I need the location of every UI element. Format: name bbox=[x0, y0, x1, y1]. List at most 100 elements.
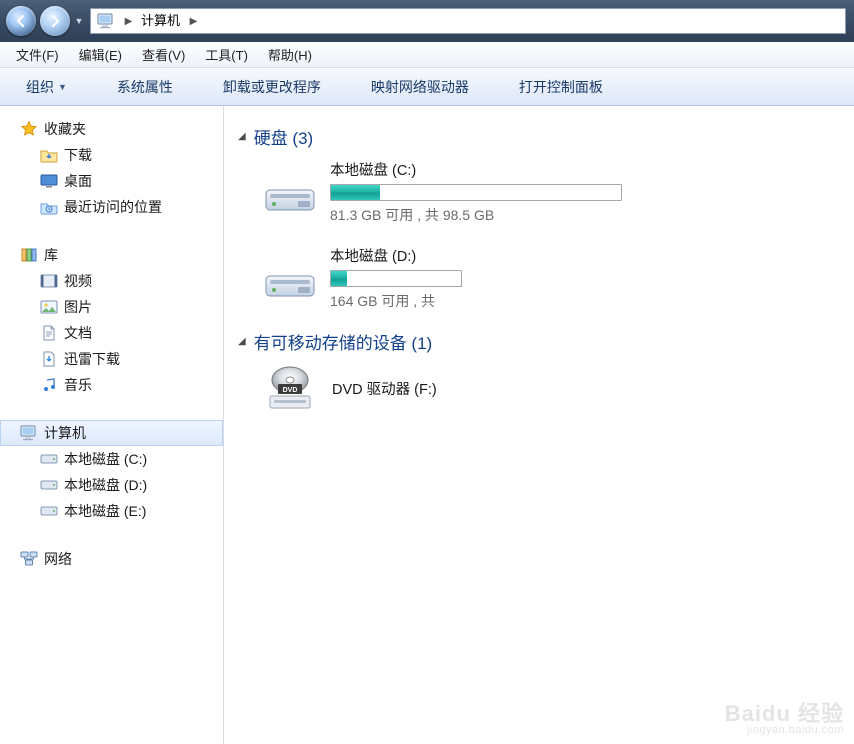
menu-edit[interactable]: 编辑(E) bbox=[69, 43, 132, 66]
pictures-icon bbox=[40, 298, 58, 316]
breadcrumb-computer[interactable]: 计算机 bbox=[135, 9, 186, 33]
sidebar-downloads[interactable]: 下载 bbox=[0, 142, 223, 168]
sidebar-favorites[interactable]: 收藏夹 bbox=[0, 116, 223, 142]
svg-text:DVD: DVD bbox=[283, 387, 298, 394]
dvd-drive[interactable]: DVD DVD 驱动器 (F:) bbox=[238, 364, 854, 412]
sidebar-recent[interactable]: 最近访问的位置 bbox=[0, 194, 223, 220]
menu-tools[interactable]: 工具(T) bbox=[195, 43, 258, 66]
drive-c-name: 本地磁盘 (C:) bbox=[330, 159, 622, 180]
dvd-drive-icon: DVD bbox=[262, 364, 318, 412]
main-area: 收藏夹 下载 桌面 最近访问的位置 库 视频 bbox=[0, 106, 854, 744]
documents-icon bbox=[40, 324, 58, 342]
drive-d-info: 164 GB 可用 , 共 bbox=[330, 291, 462, 311]
breadcrumb-root-chevron[interactable]: ▶ bbox=[121, 9, 135, 33]
dropdown-caret-icon: ▼ bbox=[58, 82, 67, 92]
drive-d-usage-bar bbox=[330, 270, 462, 287]
group-header-hard-disks[interactable]: ◢ 硬盘 (3) bbox=[238, 124, 854, 149]
dvd-drive-name: DVD 驱动器 (F:) bbox=[332, 378, 437, 399]
watermark-brand: Baidu 经验 bbox=[725, 701, 844, 726]
command-bar: 组织 ▼ 系统属性 卸载或更改程序 映射网络驱动器 打开控制面板 bbox=[0, 68, 854, 106]
hard-drive-large-icon bbox=[262, 256, 318, 300]
arrow-left-icon bbox=[13, 13, 29, 29]
hard-disk-items: 本地磁盘 (C:) 81.3 GB 可用 , 共 98.5 GB 本地磁盘 (D… bbox=[238, 159, 854, 311]
sidebar-documents[interactable]: 文档 bbox=[0, 320, 223, 346]
drive-d[interactable]: 本地磁盘 (D:) 164 GB 可用 , 共 bbox=[262, 245, 462, 311]
drive-c[interactable]: 本地磁盘 (C:) 81.3 GB 可用 , 共 98.5 GB bbox=[262, 159, 622, 225]
drive-d-usage-fill bbox=[331, 271, 347, 286]
group-header-removable[interactable]: ◢ 有可移动存储的设备 (1) bbox=[238, 329, 854, 354]
uninstall-programs-button[interactable]: 卸载或更改程序 bbox=[207, 73, 337, 101]
navigation-bar: ▼ ▶ 计算机 ▶ bbox=[0, 0, 854, 42]
drive-c-usage-fill bbox=[331, 185, 380, 200]
menu-file[interactable]: 文件(F) bbox=[6, 43, 69, 66]
music-icon bbox=[40, 376, 58, 394]
sidebar-computer[interactable]: 计算机 bbox=[0, 420, 223, 446]
sidebar-desktop-label: 桌面 bbox=[64, 171, 92, 191]
sidebar-xunlei[interactable]: 迅雷下载 bbox=[0, 346, 223, 372]
star-icon bbox=[20, 120, 38, 138]
sidebar-xunlei-label: 迅雷下载 bbox=[64, 349, 120, 369]
sidebar-videos[interactable]: 视频 bbox=[0, 268, 223, 294]
sidebar-pictures-label: 图片 bbox=[64, 297, 92, 317]
drive-c-body: 本地磁盘 (C:) 81.3 GB 可用 , 共 98.5 GB bbox=[330, 159, 622, 225]
xunlei-icon bbox=[40, 350, 58, 368]
drive-c-info: 81.3 GB 可用 , 共 98.5 GB bbox=[330, 205, 622, 225]
sidebar-drive-e[interactable]: 本地磁盘 (E:) bbox=[0, 498, 223, 524]
group-hard-disks-title: 硬盘 (3) bbox=[254, 124, 314, 149]
hard-drive-icon bbox=[40, 476, 58, 494]
collapse-triangle-icon: ◢ bbox=[238, 131, 246, 142]
organize-label: 组织 bbox=[26, 77, 54, 97]
menu-view[interactable]: 查看(V) bbox=[132, 43, 195, 66]
sidebar-desktop[interactable]: 桌面 bbox=[0, 168, 223, 194]
sidebar-computer-label: 计算机 bbox=[44, 423, 86, 443]
open-control-panel-button[interactable]: 打开控制面板 bbox=[503, 73, 619, 101]
menu-help[interactable]: 帮助(H) bbox=[258, 43, 322, 66]
hard-drive-icon bbox=[40, 502, 58, 520]
sidebar-network[interactable]: 网络 bbox=[0, 546, 223, 572]
sidebar-drive-c[interactable]: 本地磁盘 (C:) bbox=[0, 446, 223, 472]
drive-d-body: 本地磁盘 (D:) 164 GB 可用 , 共 bbox=[330, 245, 462, 311]
history-dropdown[interactable]: ▼ bbox=[72, 6, 86, 36]
organize-button[interactable]: 组织 ▼ bbox=[10, 73, 83, 101]
address-bar[interactable]: ▶ 计算机 ▶ bbox=[90, 8, 846, 34]
videos-icon bbox=[40, 272, 58, 290]
sidebar-libraries-label: 库 bbox=[44, 245, 58, 265]
sidebar-music[interactable]: 音乐 bbox=[0, 372, 223, 398]
computer-icon bbox=[20, 424, 38, 442]
sidebar-favorites-label: 收藏夹 bbox=[44, 119, 86, 139]
sidebar-drive-c-label: 本地磁盘 (C:) bbox=[64, 449, 147, 469]
content-pane: ◢ 硬盘 (3) 本地磁盘 (C:) 81.3 GB 可用 , 共 98.5 G… bbox=[224, 106, 854, 744]
desktop-icon bbox=[40, 172, 58, 190]
sidebar-documents-label: 文档 bbox=[64, 323, 92, 343]
navigation-pane: 收藏夹 下载 桌面 最近访问的位置 库 视频 bbox=[0, 106, 224, 744]
sidebar-drive-e-label: 本地磁盘 (E:) bbox=[64, 501, 146, 521]
collapse-triangle-icon: ◢ bbox=[238, 336, 246, 347]
computer-icon bbox=[95, 12, 117, 30]
map-network-drive-button[interactable]: 映射网络驱动器 bbox=[355, 73, 485, 101]
hard-drive-icon bbox=[40, 450, 58, 468]
sidebar-network-label: 网络 bbox=[44, 549, 72, 569]
group-removable-title: 有可移动存储的设备 (1) bbox=[254, 329, 433, 354]
watermark: Baidu 经验 jingyan.baidu.com bbox=[725, 703, 844, 736]
libraries-icon bbox=[20, 246, 38, 264]
back-button[interactable] bbox=[6, 6, 36, 36]
system-properties-button[interactable]: 系统属性 bbox=[101, 73, 189, 101]
forward-button[interactable] bbox=[40, 6, 70, 36]
drive-c-usage-bar bbox=[330, 184, 622, 201]
sidebar-downloads-label: 下载 bbox=[64, 145, 92, 165]
network-icon bbox=[20, 550, 38, 568]
sidebar-drive-d-label: 本地磁盘 (D:) bbox=[64, 475, 147, 495]
sidebar-videos-label: 视频 bbox=[64, 271, 92, 291]
menu-bar: 文件(F) 编辑(E) 查看(V) 工具(T) 帮助(H) bbox=[0, 42, 854, 68]
sidebar-music-label: 音乐 bbox=[64, 375, 92, 395]
sidebar-libraries[interactable]: 库 bbox=[0, 242, 223, 268]
sidebar-drive-d[interactable]: 本地磁盘 (D:) bbox=[0, 472, 223, 498]
breadcrumb-chevron[interactable]: ▶ bbox=[186, 9, 200, 33]
hard-drive-large-icon bbox=[262, 170, 318, 214]
sidebar-pictures[interactable]: 图片 bbox=[0, 294, 223, 320]
sidebar-recent-label: 最近访问的位置 bbox=[64, 197, 162, 217]
folder-downloads-icon bbox=[40, 146, 58, 164]
drive-d-name: 本地磁盘 (D:) bbox=[330, 245, 462, 266]
arrow-right-icon bbox=[47, 13, 63, 29]
watermark-url: jingyan.baidu.com bbox=[725, 725, 844, 736]
